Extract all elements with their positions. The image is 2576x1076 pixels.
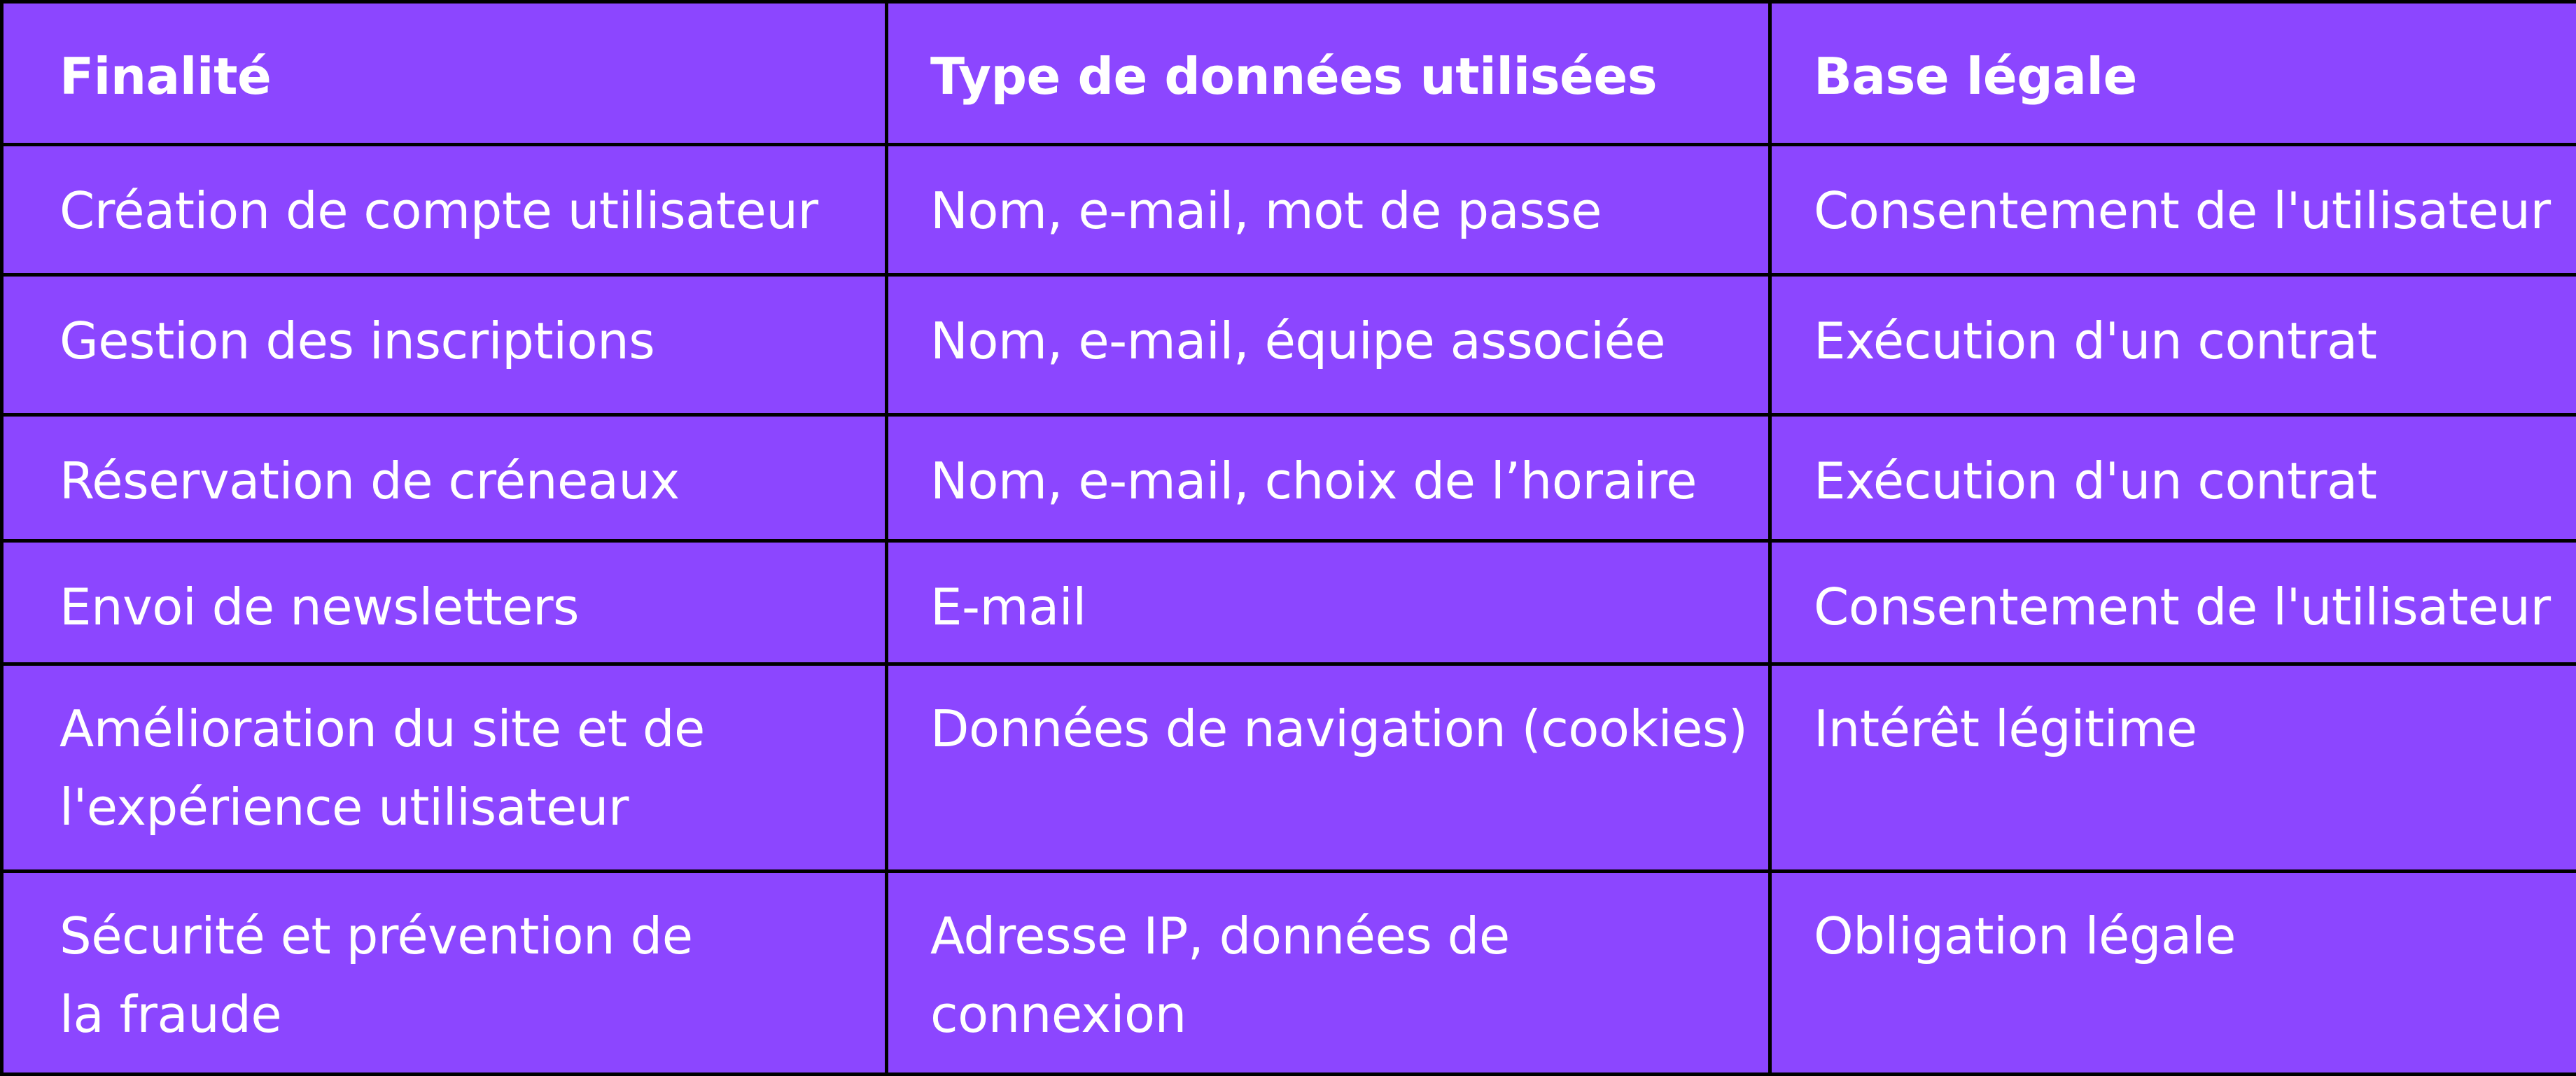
cell-text: Données de navigation (cookies) [888, 666, 1768, 768]
cell-text-line: connexion [888, 975, 1768, 1054]
cell-text: Envoi de newsletters [4, 543, 885, 646]
table-row: Sécurité et prévention de la fraude Adre… [2, 872, 2576, 1075]
table-cell: Consentement de l'utilisateur [1770, 541, 2576, 664]
header-label: Base légale [1772, 4, 2576, 116]
table-cell: Sécurité et prévention de la fraude [2, 872, 887, 1075]
table-cell: Nom, e-mail, mot de passe [887, 145, 1770, 275]
cell-text: Nom, e-mail, mot de passe [888, 146, 1768, 250]
cell-text-line: Sécurité et prévention de [4, 873, 885, 975]
table-cell: Adresse IP, données de connexion [887, 872, 1770, 1075]
table-cell: Nom, e-mail, équipe associée [887, 275, 1770, 415]
header-type-donnees: Type de données utilisées [887, 2, 1770, 145]
table-row: Envoi de newsletters E-mail Consentement… [2, 541, 2576, 664]
table-cell: Obligation légale [1770, 872, 2576, 1075]
cell-text-line: la fraude [4, 975, 885, 1054]
data-processing-table: Finalité Type de données utilisées Base … [0, 0, 2576, 1076]
header-label: Finalité [4, 4, 885, 116]
cell-text: Consentement de l'utilisateur [1772, 146, 2576, 250]
cell-text: E-mail [888, 543, 1768, 646]
header-finalite: Finalité [2, 2, 887, 145]
cell-text: Obligation légale [1772, 873, 2576, 975]
cell-text: Exécution d'un contrat [1772, 417, 2576, 520]
cell-text: Intérêt légitime [1772, 666, 2576, 768]
cell-text: Nom, e-mail, équipe associée [888, 277, 1768, 380]
table-cell: Réservation de créneaux [2, 415, 887, 541]
cell-text: Consentement de l'utilisateur [1772, 543, 2576, 646]
cell-text: Nom, e-mail, choix de l’horaire [888, 417, 1768, 520]
data-processing-table-container: Finalité Type de données utilisées Base … [0, 0, 2576, 1072]
table-cell: E-mail [887, 541, 1770, 664]
table-header-row: Finalité Type de données utilisées Base … [2, 2, 2576, 145]
header-base-legale: Base légale [1770, 2, 2576, 145]
table-cell: Exécution d'un contrat [1770, 275, 2576, 415]
cell-text: Exécution d'un contrat [1772, 277, 2576, 380]
table-row: Gestion des inscriptions Nom, e-mail, éq… [2, 275, 2576, 415]
table-row: Amélioration du site et de l'expérience … [2, 664, 2576, 872]
table-cell: Intérêt légitime [1770, 664, 2576, 872]
table-cell: Consentement de l'utilisateur [1770, 145, 2576, 275]
table-cell: Exécution d'un contrat [1770, 415, 2576, 541]
cell-text-line: Amélioration du site et de [4, 666, 885, 768]
cell-text-line: Adresse IP, données de [888, 873, 1768, 975]
table-cell: Envoi de newsletters [2, 541, 887, 664]
table-row: Création de compte utilisateur Nom, e-ma… [2, 145, 2576, 275]
table-cell: Création de compte utilisateur [2, 145, 887, 275]
table-cell: Nom, e-mail, choix de l’horaire [887, 415, 1770, 541]
table-cell: Données de navigation (cookies) [887, 664, 1770, 872]
header-label: Type de données utilisées [888, 4, 1768, 116]
cell-text-line: l'expérience utilisateur [4, 768, 885, 846]
table-row: Réservation de créneaux Nom, e-mail, cho… [2, 415, 2576, 541]
cell-text: Gestion des inscriptions [4, 277, 885, 380]
cell-text: Création de compte utilisateur [4, 146, 885, 250]
cell-text: Réservation de créneaux [4, 417, 885, 520]
table-cell: Gestion des inscriptions [2, 275, 887, 415]
table-cell: Amélioration du site et de l'expérience … [2, 664, 887, 872]
